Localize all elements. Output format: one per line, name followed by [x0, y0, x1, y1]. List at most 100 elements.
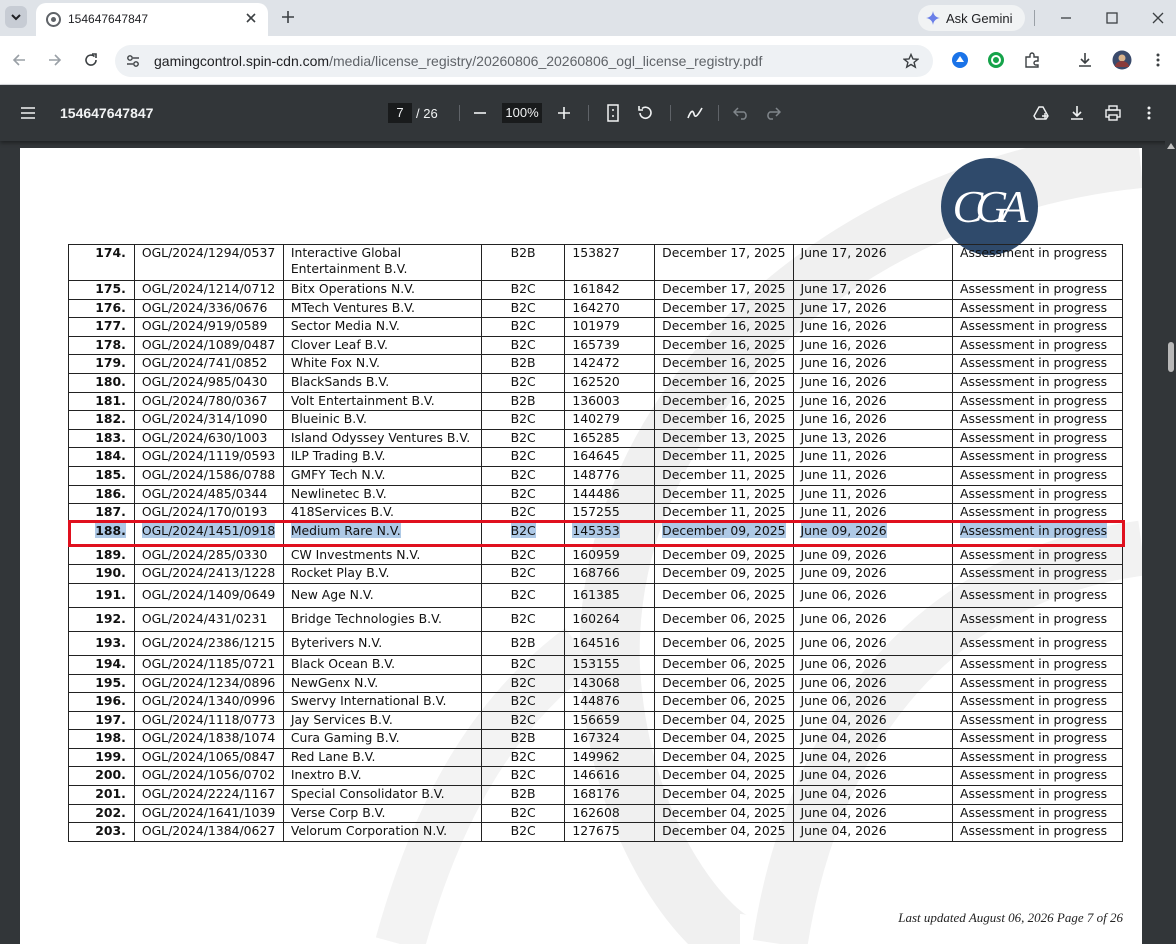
- minimize-icon[interactable]: [1054, 6, 1078, 30]
- cell-text: 140279: [572, 411, 620, 427]
- cell-expires: June 16, 2026: [792, 372, 954, 393]
- browser-tab[interactable]: 154647647847: [36, 3, 268, 36]
- cell-issued: December 16, 2025: [654, 391, 794, 412]
- cell-text: December 04, 2025: [662, 711, 786, 727]
- star-icon[interactable]: [901, 51, 921, 71]
- cell-id: 148776: [564, 465, 656, 486]
- maximize-icon[interactable]: [1100, 6, 1124, 30]
- favicon-icon: [46, 12, 61, 27]
- zoom-out-icon[interactable]: [468, 101, 492, 125]
- cell-license: OGL/2024/1409/0649: [133, 582, 284, 608]
- cell-text: Assessment in progress: [960, 411, 1108, 427]
- cell-text: June 04, 2026: [800, 730, 887, 746]
- cell-status: Assessment in progress: [952, 692, 1123, 712]
- download-icon[interactable]: [1065, 101, 1089, 125]
- save-to-drive-icon[interactable]: [1029, 101, 1053, 125]
- cell-company: Bitx Operations N.V.: [282, 280, 482, 300]
- divider: [670, 105, 671, 121]
- cell-text: 196.: [95, 693, 126, 709]
- reload-icon[interactable]: [79, 48, 103, 72]
- cell-text: OGL/2024/985/0430: [141, 373, 268, 389]
- cell-text: 146616: [572, 767, 620, 783]
- cell-expires: June 13, 2026: [792, 428, 954, 449]
- print-icon[interactable]: [1101, 101, 1125, 125]
- ask-gemini-button[interactable]: Ask Gemini: [918, 5, 1025, 31]
- cell-text: 144486: [572, 485, 620, 501]
- scrollbar-thumb[interactable]: [1168, 342, 1174, 372]
- cell-num: 182.: [68, 410, 135, 430]
- plus-icon[interactable]: [277, 6, 299, 28]
- cell-text: OGL/2024/1065/0847: [141, 748, 276, 764]
- cell-text: Assessment in progress: [960, 823, 1108, 839]
- scrollbar[interactable]: [1165, 141, 1176, 944]
- cell-text: Sector Media N.V.: [290, 318, 400, 334]
- cell-license: OGL/2024/1641/1039: [133, 803, 284, 824]
- cell-id: 165739: [564, 335, 656, 356]
- cell-text: 153827: [572, 245, 620, 260]
- cell-text: Assessment in progress: [960, 611, 1108, 627]
- cell-text: OGL/2024/336/0676: [141, 299, 268, 315]
- cell-license: OGL/2024/919/0589: [133, 317, 284, 337]
- zoom-input[interactable]: 100%: [502, 103, 542, 123]
- more-vert-icon[interactable]: [1148, 50, 1168, 70]
- cell-text: OGL/2024/1838/1074: [141, 730, 276, 746]
- cell-text: December 11, 2025: [662, 448, 786, 464]
- cell-text: June 04, 2026: [800, 748, 887, 764]
- extension-icon[interactable]: [1022, 50, 1042, 70]
- cell-status: Assessment in progress: [952, 317, 1123, 337]
- cell-text: Assessment in progress: [960, 281, 1108, 296]
- profile-avatar-icon[interactable]: [1112, 50, 1132, 70]
- cell-type: B2C: [480, 372, 566, 393]
- site-settings-icon[interactable]: [125, 53, 141, 69]
- fit-page-icon[interactable]: [601, 101, 625, 125]
- cell-text: B2C: [510, 711, 536, 727]
- cell-num: 189.: [68, 545, 135, 566]
- cell-text: Assessment in progress: [960, 565, 1108, 581]
- back-arrow-icon[interactable]: [7, 48, 31, 72]
- cell-text: June 04, 2026: [800, 804, 887, 820]
- cell-expires: June 04, 2026: [792, 710, 954, 731]
- scroll-up-icon[interactable]: [1167, 143, 1175, 149]
- page-number-input[interactable]: 7: [388, 103, 412, 123]
- cell-expires: June 06, 2026: [792, 692, 954, 712]
- cell-text: December 17, 2025: [662, 281, 786, 296]
- annotate-icon[interactable]: [683, 101, 707, 125]
- cell-text: B2B: [510, 392, 536, 408]
- cell-text: 136003: [572, 392, 620, 408]
- cell-text: OGL/2024/1214/0712: [141, 281, 276, 296]
- menu-icon[interactable]: [16, 101, 40, 125]
- cell-expires: June 16, 2026: [792, 335, 954, 356]
- cell-id: 164270: [564, 298, 656, 319]
- undo-icon[interactable]: [729, 101, 753, 125]
- redo-icon[interactable]: [761, 101, 785, 125]
- download-icon[interactable]: [1075, 50, 1095, 70]
- divider: [588, 105, 589, 121]
- rotate-icon[interactable]: [633, 101, 657, 125]
- cell-status: Assessment in progress: [952, 785, 1123, 805]
- extension-icon[interactable]: [950, 50, 970, 70]
- cell-expires: June 09, 2026: [792, 564, 954, 584]
- table-row: 198. OGL/2024/1838/1074 Cura Gaming B.V. B2…: [68, 729, 1123, 749]
- cell-id: 164645: [564, 447, 656, 467]
- close-icon[interactable]: [242, 9, 260, 27]
- cell-company: Bridge Technologies B.V.: [282, 606, 482, 632]
- extension-icon[interactable]: [986, 50, 1006, 70]
- address-bar[interactable]: gamingcontrol.spin-cdn.com/media/license…: [115, 45, 933, 77]
- window-close-icon[interactable]: [1146, 6, 1170, 30]
- cell-text: Interactive Global: [290, 245, 402, 260]
- cell-text: 144876: [572, 693, 620, 709]
- zoom-in-icon[interactable]: [552, 101, 576, 125]
- cell-num: 194.: [68, 654, 135, 675]
- cell-text: 181.: [95, 392, 126, 408]
- more-vert-icon[interactable]: [1137, 101, 1161, 125]
- cell-text: December 11, 2025: [662, 466, 786, 482]
- table-row: 201. OGL/2024/2224/1167 Special Consolidat…: [68, 785, 1123, 805]
- forward-arrow-icon[interactable]: [43, 48, 67, 72]
- pdf-toolbar: 154647647847 7 / 26 100%: [0, 85, 1176, 141]
- cell-expires: June 06, 2026: [792, 630, 954, 656]
- cell-status: Assessment in progress: [952, 654, 1123, 675]
- cell-status: Assessment in progress: [952, 428, 1123, 449]
- tab-search-icon[interactable]: [5, 6, 27, 28]
- cell-text: B2B: [510, 245, 536, 260]
- cell-type: B2C: [480, 465, 566, 486]
